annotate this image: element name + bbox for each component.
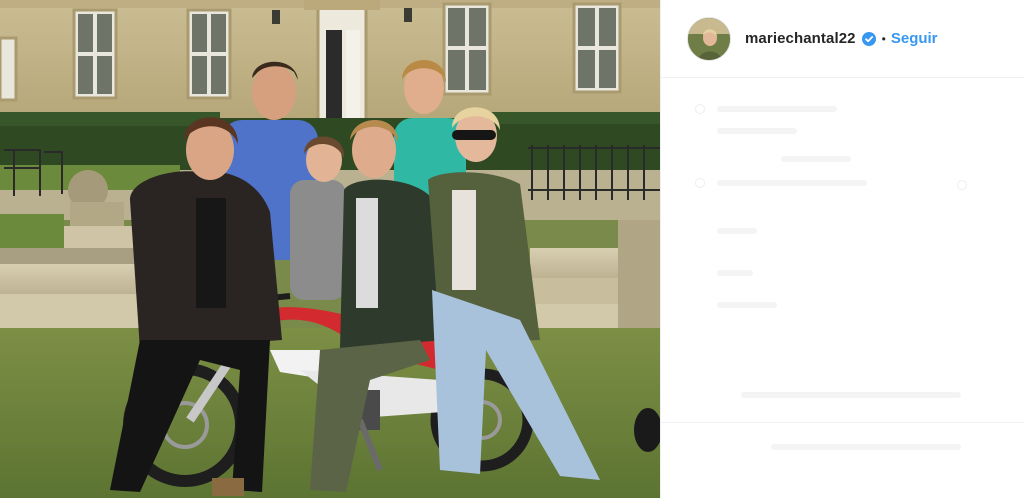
post-photo-drawing: [0, 0, 660, 498]
avatar-image: [688, 17, 730, 60]
faded-like-icon: [957, 180, 967, 190]
profile-avatar[interactable]: [687, 16, 731, 61]
author-username[interactable]: mariechantal22: [745, 30, 856, 47]
faded-comment-line: [741, 392, 961, 398]
follow-button[interactable]: Seguir: [891, 30, 938, 47]
faded-comment-line: [781, 156, 851, 162]
faded-comment-line: [717, 106, 837, 112]
faded-comment-line: [717, 180, 867, 186]
instagram-post: mariechantal22 • Seguir: [0, 0, 1024, 498]
faded-comment-line: [717, 228, 757, 234]
header-separator: •: [881, 31, 886, 46]
post-side-panel: mariechantal22 • Seguir: [660, 0, 1024, 498]
faded-avatar: [695, 178, 705, 188]
divider: [661, 422, 1024, 423]
post-photo[interactable]: [0, 0, 660, 498]
verified-badge-icon: [861, 31, 876, 46]
post-header: mariechantal22 • Seguir: [661, 0, 1024, 78]
faded-avatar: [695, 104, 705, 114]
faded-comment-line: [717, 302, 777, 308]
faded-comment-line: [771, 444, 961, 450]
faded-comment-line: [717, 270, 753, 276]
faded-comment-line: [717, 128, 797, 134]
comments-area: [681, 92, 1011, 472]
